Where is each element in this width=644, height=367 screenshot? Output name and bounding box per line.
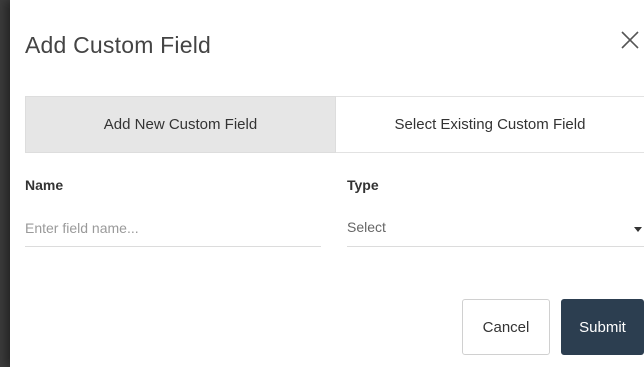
close-icon [621, 31, 639, 49]
dialog-title: Add Custom Field [25, 32, 211, 58]
close-button[interactable] [618, 28, 642, 52]
name-input[interactable] [25, 210, 321, 247]
chevron-down-icon [634, 227, 642, 232]
tab-select-existing-custom-field[interactable]: Select Existing Custom Field [336, 96, 644, 153]
tab-bar: Add New Custom Field Select Existing Cus… [25, 96, 644, 153]
add-custom-field-dialog: Add Custom Field Add New Custom Field Se… [10, 0, 644, 367]
cancel-button[interactable]: Cancel [462, 299, 550, 355]
type-select[interactable]: Select [347, 210, 644, 247]
type-select-value: Select [347, 219, 386, 235]
dialog-header: Add Custom Field [10, 0, 644, 95]
submit-button[interactable]: Submit [561, 299, 644, 355]
name-label: Name [25, 177, 64, 193]
tab-add-new-custom-field[interactable]: Add New Custom Field [25, 96, 336, 153]
type-label: Type [347, 177, 379, 193]
